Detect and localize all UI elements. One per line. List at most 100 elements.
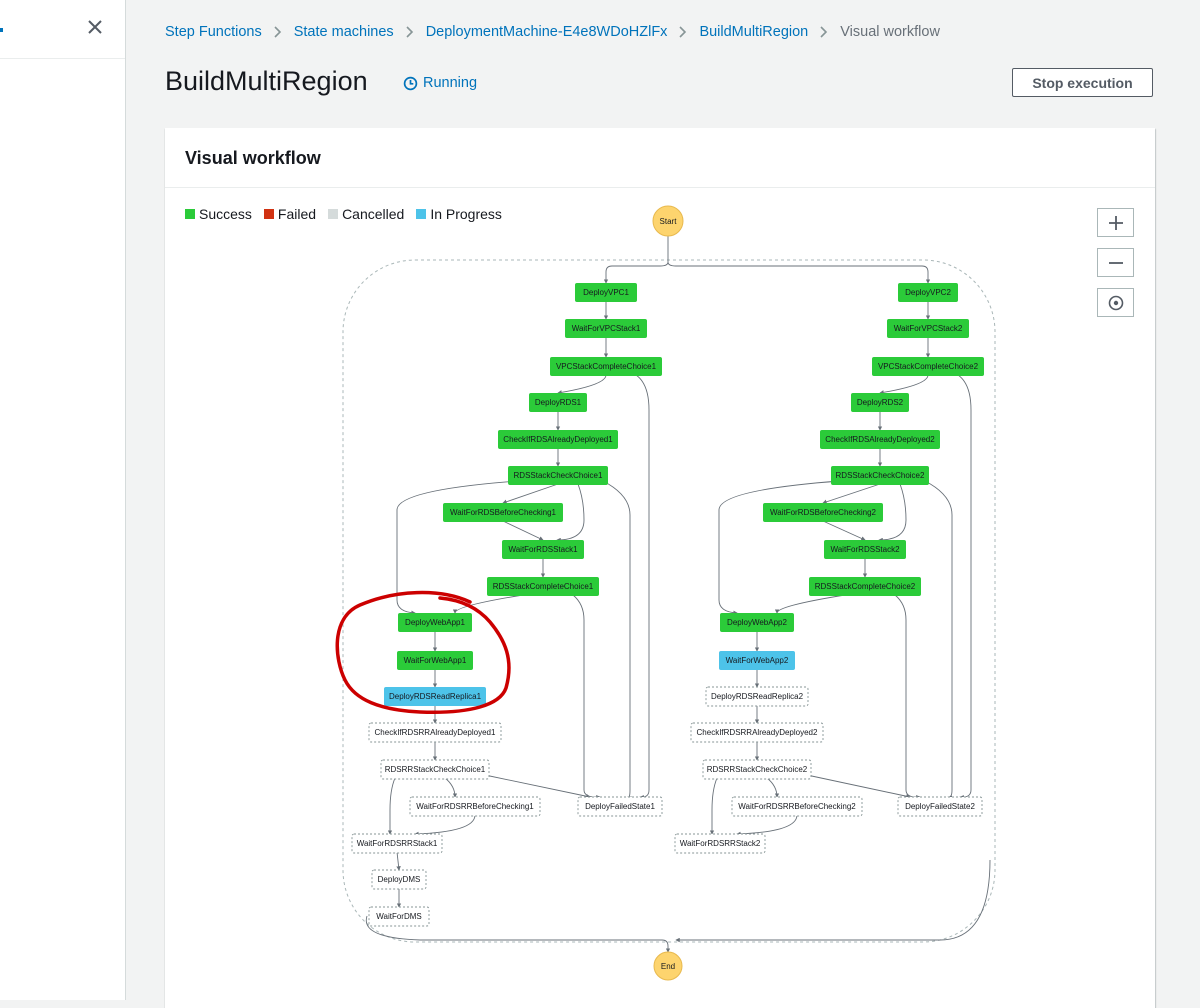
- state-label: RDSStackCheckChoice1: [514, 471, 603, 480]
- state-check-if-rdsrr-already-deployed2[interactable]: CheckIfRDSRRAlreadyDeployed2: [690, 722, 824, 743]
- transition-edge: [878, 483, 907, 543]
- state-label: WaitForWebApp1: [404, 656, 467, 665]
- transition-edge: [572, 594, 601, 800]
- state-deploy-vpc2[interactable]: DeployVPC2: [898, 283, 958, 302]
- state-wait-for-rds-before-checking2[interactable]: WaitForRDSBeforeChecking2: [763, 503, 883, 522]
- state-label: DeployRDSReadReplica2: [711, 692, 804, 701]
- state-label: CheckIfRDSAlreadyDeployed1: [503, 435, 613, 444]
- transition-edge: [602, 480, 633, 801]
- transition-edge: [766, 777, 780, 798]
- transition-edge: [806, 774, 911, 799]
- end-label: End: [661, 962, 675, 971]
- state-label: DeployDMS: [378, 875, 421, 884]
- transition-edge: [667, 261, 931, 284]
- transition-edge: [924, 480, 953, 801]
- state-label: DeployRDS1: [535, 398, 582, 407]
- transition-edge: [957, 374, 972, 800]
- state-label: VPCStackCompleteChoice2: [878, 362, 979, 371]
- state-label: DeployVPC1: [583, 288, 629, 297]
- transition-edge: [484, 774, 591, 799]
- state-label: RDSRRStackCheckChoice1: [385, 765, 486, 774]
- state-label: RDSRRStackCheckChoice2: [707, 765, 808, 774]
- state-deploy-rds-read-replica1[interactable]: DeployRDSReadReplica1: [384, 687, 486, 706]
- state-label: RDSStackCheckChoice2: [836, 471, 925, 480]
- state-label: RDSStackCompleteChoice2: [815, 582, 916, 591]
- state-wait-for-rds-before-checking1[interactable]: WaitForRDSBeforeChecking1: [443, 503, 563, 522]
- state-deploy-web-app2[interactable]: DeployWebApp2: [720, 613, 794, 632]
- state-label: DeployFailedState2: [905, 802, 975, 811]
- transition-edge: [635, 374, 650, 800]
- state-label: CheckIfRDSAlreadyDeployed2: [825, 435, 935, 444]
- state-label: WaitForDMS: [376, 912, 421, 921]
- state-rds-stack-complete-choice1[interactable]: RDSStackCompleteChoice1: [487, 577, 599, 596]
- state-label: WaitForRDSRRStack1: [357, 839, 438, 848]
- state-label: VPCStackCompleteChoice1: [556, 362, 657, 371]
- state-label: WaitForRDSRRBeforeChecking2: [738, 802, 856, 811]
- state-label: DeployWebApp1: [405, 618, 465, 627]
- state-wait-for-rdsrr-before-checking2[interactable]: WaitForRDSRRBeforeChecking2: [731, 796, 863, 817]
- state-deploy-rds1[interactable]: DeployRDS1: [529, 393, 587, 412]
- state-label: DeployFailedState1: [585, 802, 655, 811]
- state-deploy-dms[interactable]: DeployDMS: [371, 869, 427, 890]
- state-check-if-rds-already-deployed1[interactable]: CheckIfRDSAlreadyDeployed1: [498, 430, 618, 449]
- transition-edge: [879, 374, 929, 395]
- state-wait-for-dms[interactable]: WaitForDMS: [368, 906, 430, 927]
- state-label: WaitForVPCStack1: [572, 324, 641, 333]
- state-rds-stack-complete-choice2[interactable]: RDSStackCompleteChoice2: [809, 577, 921, 596]
- transition-edge: [444, 777, 458, 798]
- state-label: DeployRDSReadReplica1: [389, 692, 482, 701]
- state-label: DeployWebApp2: [727, 618, 787, 627]
- state-deploy-web-app1[interactable]: DeployWebApp1: [398, 613, 472, 632]
- state-label: WaitForRDSRRBeforeChecking1: [416, 802, 534, 811]
- transition-edge: [675, 859, 991, 943]
- state-deploy-failed-state1[interactable]: DeployFailedState1: [577, 796, 663, 817]
- state-check-if-rds-already-deployed2[interactable]: CheckIfRDSAlreadyDeployed2: [820, 430, 940, 449]
- transition-edge: [387, 777, 396, 835]
- transition-edge: [709, 777, 718, 835]
- state-wait-for-vpc-stack1[interactable]: WaitForVPCStack1: [565, 319, 647, 338]
- state-label: CheckIfRDSRRAlreadyDeployed1: [375, 728, 496, 737]
- state-wait-for-web-app2[interactable]: WaitForWebApp2: [719, 651, 795, 670]
- state-rds-stack-check-choice2[interactable]: RDSStackCheckChoice2: [831, 466, 929, 485]
- state-rdsrr-stack-check-choice2[interactable]: RDSRRStackCheckChoice2: [702, 759, 812, 780]
- state-deploy-failed-state2[interactable]: DeployFailedState2: [897, 796, 983, 817]
- transition-edge: [822, 520, 866, 541]
- state-label: DeployVPC2: [905, 288, 951, 297]
- state-label: WaitForRDSStack2: [830, 545, 900, 554]
- state-wait-for-rdsrr-stack1[interactable]: WaitForRDSRRStack1: [351, 833, 443, 854]
- state-rdsrr-stack-check-choice1[interactable]: RDSRRStackCheckChoice1: [380, 759, 490, 780]
- start-node: Start: [652, 205, 684, 237]
- state-label: CheckIfRDSRRAlreadyDeployed2: [697, 728, 818, 737]
- transition-edge: [822, 483, 881, 504]
- state-label: WaitForWebApp2: [726, 656, 789, 665]
- state-vpc-stack-complete-choice2[interactable]: VPCStackCompleteChoice2: [872, 357, 984, 376]
- transition-edge: [894, 594, 921, 800]
- state-wait-for-rds-stack2[interactable]: WaitForRDSStack2: [824, 540, 906, 559]
- state-wait-for-web-app1[interactable]: WaitForWebApp1: [397, 651, 473, 670]
- state-label: RDSStackCompleteChoice1: [493, 582, 594, 591]
- state-wait-for-rds-stack1[interactable]: WaitForRDSStack1: [502, 540, 584, 559]
- state-deploy-vpc1[interactable]: DeployVPC1: [575, 283, 637, 302]
- state-wait-for-vpc-stack2[interactable]: WaitForVPCStack2: [887, 319, 969, 338]
- state-label: WaitForVPCStack2: [894, 324, 963, 333]
- transition-edge: [414, 814, 476, 837]
- start-label: Start: [660, 217, 678, 226]
- transition-edge: [396, 851, 401, 871]
- state-vpc-stack-complete-choice1[interactable]: VPCStackCompleteChoice1: [550, 357, 662, 376]
- state-wait-for-rdsrr-stack2[interactable]: WaitForRDSRRStack2: [674, 833, 766, 854]
- state-wait-for-rdsrr-before-checking1[interactable]: WaitForRDSRRBeforeChecking1: [409, 796, 541, 817]
- transition-edge: [502, 483, 559, 504]
- state-label: WaitForRDSBeforeChecking2: [770, 508, 877, 517]
- workflow-graph: DeployVPC1 WaitForVPCStack1 VPCStackComple…: [335, 205, 996, 981]
- state-label: WaitForRDSStack1: [508, 545, 578, 554]
- state-rds-stack-check-choice1[interactable]: RDSStackCheckChoice1: [508, 466, 608, 485]
- state-deploy-rds2[interactable]: DeployRDS2: [851, 393, 909, 412]
- state-deploy-rds-read-replica2[interactable]: DeployRDSReadReplica2: [705, 686, 809, 707]
- end-node: End: [653, 951, 683, 981]
- transition-edge: [557, 374, 607, 395]
- state-label: DeployRDS2: [857, 398, 904, 407]
- transition-edge: [774, 594, 846, 614]
- state-label: WaitForRDSBeforeChecking1: [450, 508, 557, 517]
- transition-edge: [736, 814, 798, 837]
- state-check-if-rdsrr-already-deployed1[interactable]: CheckIfRDSRRAlreadyDeployed1: [368, 722, 502, 743]
